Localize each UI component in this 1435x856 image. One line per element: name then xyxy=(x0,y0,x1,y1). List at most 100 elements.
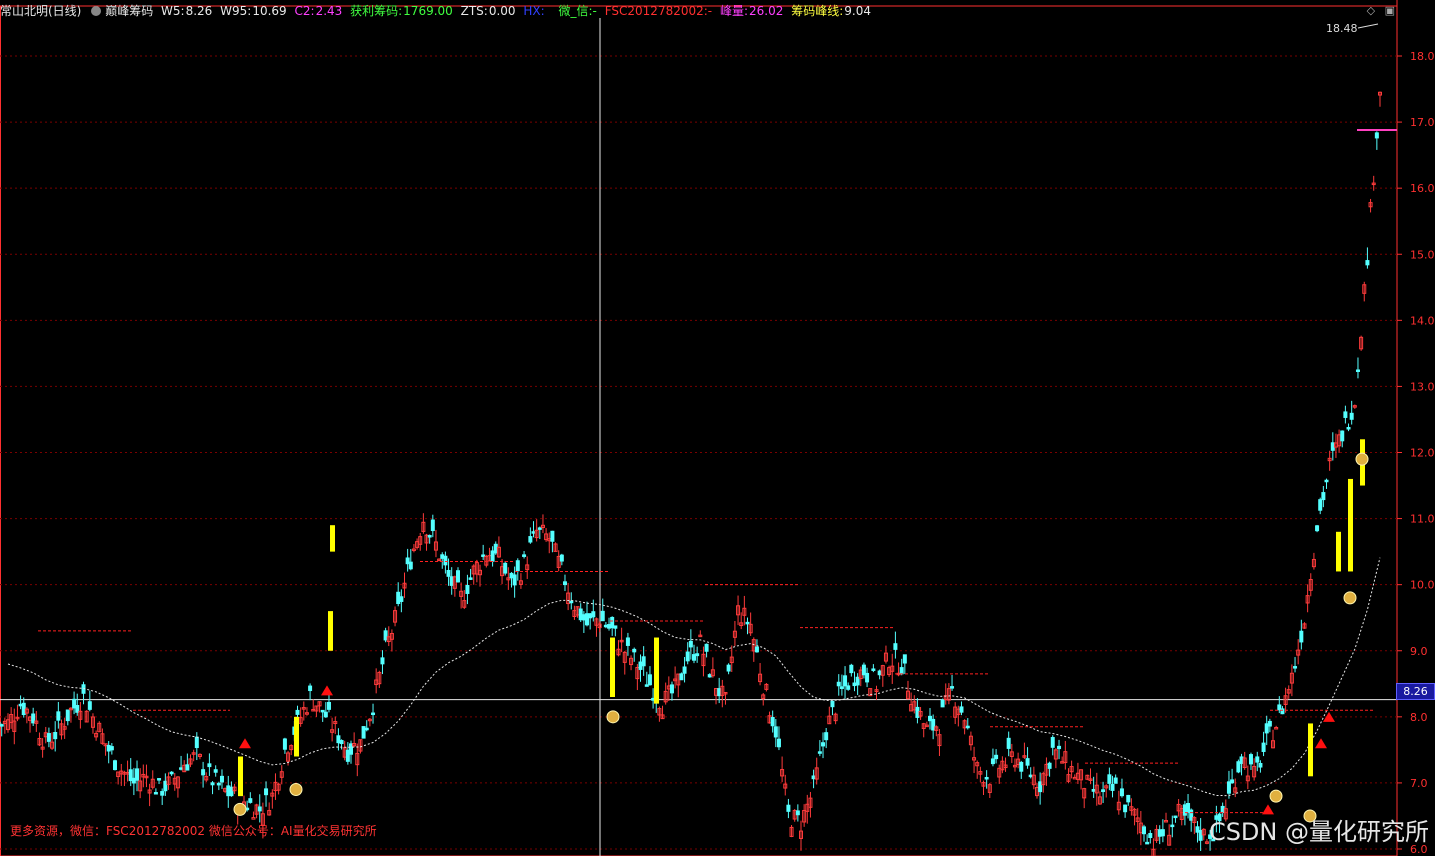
candle-body xyxy=(786,804,791,812)
candle-body xyxy=(817,751,822,754)
candle-body xyxy=(846,685,851,690)
settings-icon[interactable] xyxy=(91,5,102,16)
footer-note: 更多资源，微信：FSC2012782002 微信公众号：AI量化交易研究所 xyxy=(10,824,377,838)
candle-body xyxy=(695,653,700,657)
y-tick-label: 16.0 xyxy=(1410,182,1435,195)
profit-label: 获利筹码: xyxy=(350,4,403,18)
peak-label: 峰量: xyxy=(719,4,749,18)
candle-body xyxy=(1355,369,1360,372)
candle-body xyxy=(578,608,583,621)
candle-body xyxy=(1299,630,1304,643)
candle-body xyxy=(21,702,26,716)
candle-body xyxy=(248,798,253,803)
candle-body xyxy=(468,577,473,580)
candle-body xyxy=(257,806,262,812)
candle-body xyxy=(339,740,344,745)
candle-body xyxy=(160,791,165,796)
candle-body xyxy=(219,775,224,783)
candle-body xyxy=(603,624,608,628)
profit-value: 1769.00 xyxy=(403,4,453,18)
money-bag-icon xyxy=(1355,452,1369,466)
candle-body xyxy=(320,709,325,713)
signal-bar xyxy=(1308,723,1313,777)
candle-body xyxy=(1113,777,1118,784)
y-tick-label: 14.0 xyxy=(1410,314,1435,327)
candle-body xyxy=(408,561,413,570)
diamond-icon[interactable]: ◇ xyxy=(1367,4,1375,17)
candle-body xyxy=(1038,781,1043,793)
max-price-label: 18.48 xyxy=(1326,22,1358,35)
candle-body xyxy=(405,557,410,565)
candle-body xyxy=(647,674,652,686)
candle-body xyxy=(1349,412,1354,420)
candle-body xyxy=(31,713,36,724)
candle-body xyxy=(1057,745,1062,750)
w5-label: W5: xyxy=(161,4,185,18)
candle-body xyxy=(509,572,514,579)
candle-body xyxy=(465,584,470,594)
candle-body xyxy=(591,611,596,618)
candle-body xyxy=(75,705,80,713)
candle-body xyxy=(644,684,649,687)
candle-body xyxy=(569,600,574,604)
zts-value: 0.00 xyxy=(488,4,516,18)
candle-body xyxy=(87,701,92,710)
candle-body xyxy=(704,643,709,652)
restore-icon[interactable]: ▣ xyxy=(1385,4,1395,17)
candle-body xyxy=(1148,833,1153,838)
candle-body xyxy=(157,778,162,781)
candle-body xyxy=(229,786,234,797)
candle-body xyxy=(112,760,117,771)
candle-body xyxy=(984,776,989,780)
y-tick-label: 11.0 xyxy=(1410,513,1435,526)
w95-value: 10.69 xyxy=(252,4,287,18)
candle-body xyxy=(1374,132,1379,139)
y-tick-label: 8.0 xyxy=(1410,711,1428,724)
candle-body xyxy=(852,682,857,687)
zts-label: ZTS: xyxy=(460,4,488,18)
indicator-name[interactable]: 巅峰筹码 xyxy=(105,4,153,18)
y-tick-label: 13.0 xyxy=(1410,380,1435,393)
candle-body xyxy=(1126,794,1131,803)
candle-body xyxy=(153,792,158,795)
candle-body xyxy=(515,560,520,572)
candle-body xyxy=(1315,525,1320,532)
candle-body xyxy=(811,775,816,780)
candle-body xyxy=(581,614,586,621)
candle-body xyxy=(216,782,221,786)
candle-body xyxy=(522,554,527,557)
candle-body xyxy=(169,771,174,775)
candle-body xyxy=(430,519,435,532)
signal-bar xyxy=(654,637,659,704)
candle-body xyxy=(824,732,829,741)
candle-body xyxy=(308,685,313,692)
candle-body xyxy=(688,640,693,648)
candle-body xyxy=(1195,826,1200,833)
candle-body xyxy=(1141,826,1146,835)
y-tick-label: 7.0 xyxy=(1410,777,1428,790)
candle-body xyxy=(1321,492,1326,501)
candle-body xyxy=(194,736,199,749)
indicator-header: 常山北明(日线) 巅峰筹码 W5:8.26 W95:10.69 C2:2.43 … xyxy=(0,0,1435,22)
candle-body xyxy=(830,700,835,708)
stock-title[interactable]: 常山北明(日线) xyxy=(0,4,81,18)
candle-body xyxy=(1343,411,1348,418)
candle-body xyxy=(1186,802,1191,813)
candle-body xyxy=(364,727,369,731)
candle-body xyxy=(349,743,353,755)
candle-body xyxy=(1173,815,1178,819)
candle-body xyxy=(931,718,936,731)
candle-body xyxy=(679,673,684,681)
candle-body xyxy=(1160,829,1165,837)
candle-body xyxy=(1226,781,1231,794)
candle-body xyxy=(1264,723,1269,734)
y-tick-label: 17.0 xyxy=(1410,116,1435,129)
candle-body xyxy=(1346,427,1351,430)
candle-body xyxy=(1236,761,1241,773)
candle-body xyxy=(106,744,111,752)
plot-frame xyxy=(0,5,1398,856)
candle-body xyxy=(53,731,58,740)
candle-body xyxy=(1280,708,1285,715)
candle-body xyxy=(843,675,848,687)
candle-body xyxy=(1025,758,1030,766)
